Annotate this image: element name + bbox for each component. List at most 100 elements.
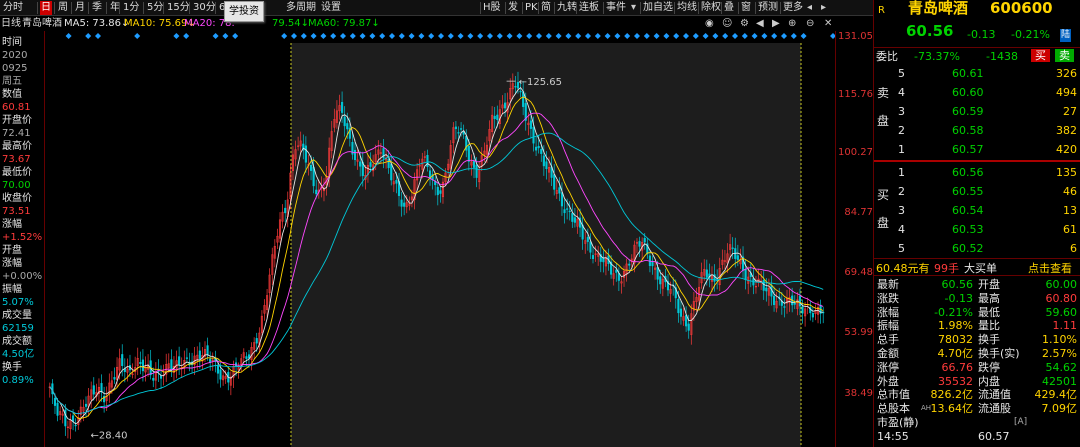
toolbar-right-item-6[interactable]: 事件: [605, 1, 627, 15]
event-marker-icon[interactable]: [683, 33, 689, 39]
toolbar-right-item-8[interactable]: 均线: [676, 1, 698, 15]
event-marker-icon[interactable]: [761, 33, 767, 39]
event-marker-icon[interactable]: [477, 33, 483, 39]
toolbar-right-item-13[interactable]: 更多: [782, 1, 804, 15]
event-marker-icon[interactable]: [663, 33, 669, 39]
event-marker-icon[interactable]: [66, 33, 72, 39]
event-marker-icon[interactable]: [281, 33, 287, 39]
event-marker-icon[interactable]: [85, 33, 91, 39]
event-marker-icon[interactable]: [232, 33, 238, 39]
event-marker-icon[interactable]: [340, 33, 346, 39]
period-tab-4[interactable]: 季: [91, 1, 103, 15]
event-marker-icon[interactable]: [320, 33, 326, 39]
bid-row[interactable]: 4 60.53 61: [874, 220, 1080, 239]
candlestick-chart[interactable]: ←125.65 ←28.40: [45, 43, 835, 447]
zoom-out-icon[interactable]: ⊖: [806, 17, 814, 31]
ask-row[interactable]: 3 60.59 27: [874, 102, 1080, 121]
event-marker-icon[interactable]: [350, 33, 356, 39]
event-marker-icon[interactable]: [448, 33, 454, 39]
event-marker-icon[interactable]: [330, 33, 336, 39]
event-marker-icon[interactable]: [654, 33, 660, 39]
event-marker-icon[interactable]: [565, 33, 571, 39]
event-marker-icon[interactable]: [673, 33, 679, 39]
event-marker-icon[interactable]: [634, 33, 640, 39]
ask-row[interactable]: 2 60.58 382: [874, 121, 1080, 140]
period-tab-8[interactable]: 15分: [166, 1, 191, 15]
event-marker-icon[interactable]: [644, 33, 650, 39]
event-marker-icon[interactable]: [771, 33, 777, 39]
event-marker-icon[interactable]: [301, 33, 307, 39]
toolbar-right-item-4[interactable]: 九转: [556, 1, 578, 15]
toolbar-right-item-11[interactable]: 窗: [740, 1, 752, 15]
event-marker-icon[interactable]: [183, 33, 189, 39]
event-marker-icon[interactable]: [722, 33, 728, 39]
dropdown-arrow-icon[interactable]: ▸: [820, 1, 827, 15]
period-tab-2[interactable]: 周: [57, 1, 69, 15]
buy-button[interactable]: 买: [1031, 49, 1050, 62]
event-marker-icon[interactable]: [712, 33, 718, 39]
toolbar-right-item-1[interactable]: 发: [507, 1, 519, 15]
event-marker-icon[interactable]: [369, 33, 375, 39]
ask-row[interactable]: 1 60.57 420: [874, 140, 1080, 159]
event-marker-icon[interactable]: [497, 33, 503, 39]
toolbar-right-item-12[interactable]: 预测: [757, 1, 779, 15]
event-marker-icon[interactable]: [428, 33, 434, 39]
period-tab-0[interactable]: 分时: [2, 1, 24, 15]
event-marker-icon[interactable]: [291, 33, 297, 39]
bid-row[interactable]: 1 60.56 135: [874, 163, 1080, 182]
event-marker-icon[interactable]: [585, 33, 591, 39]
event-marker-icon[interactable]: [516, 33, 522, 39]
event-marker-icon[interactable]: [752, 33, 758, 39]
event-marker-icon[interactable]: [213, 33, 219, 39]
event-marker-icon[interactable]: [360, 33, 366, 39]
multi-period-button[interactable]: 多周期: [285, 1, 317, 15]
event-marker-icon[interactable]: [418, 33, 424, 39]
event-marker-icon[interactable]: [575, 33, 581, 39]
eye-icon[interactable]: ◉: [705, 17, 714, 31]
event-marker-icon[interactable]: [399, 33, 405, 39]
event-marker-icon[interactable]: [546, 33, 552, 39]
right-arrow-icon[interactable]: ▶: [772, 17, 780, 31]
event-marker-icon[interactable]: [732, 33, 738, 39]
toolbar-right-item-0[interactable]: H股: [482, 1, 502, 15]
toolbar-right-item-5[interactable]: 连板: [578, 1, 600, 15]
bid-row[interactable]: 3 60.54 13: [874, 201, 1080, 220]
period-tab-7[interactable]: 5分: [146, 1, 164, 15]
bid-row[interactable]: 5 60.52 6: [874, 239, 1080, 258]
event-marker-icon[interactable]: [556, 33, 562, 39]
selection-region[interactable]: [291, 43, 801, 447]
event-marker-icon[interactable]: [526, 33, 532, 39]
event-marker-icon[interactable]: [173, 33, 179, 39]
event-marker-icon[interactable]: [507, 33, 513, 39]
close-icon[interactable]: ✕: [824, 17, 832, 31]
period-tab-6[interactable]: 1分: [122, 1, 140, 15]
event-marker-icon[interactable]: [703, 33, 709, 39]
event-marker-icon[interactable]: [467, 33, 473, 39]
zoom-in-icon[interactable]: ⊕: [788, 17, 796, 31]
period-tab-9[interactable]: 30分: [192, 1, 217, 15]
ask-row[interactable]: 5 60.61 326: [874, 64, 1080, 83]
sell-button[interactable]: 卖: [1055, 49, 1074, 62]
event-marker-icon[interactable]: [742, 33, 748, 39]
event-marker-icon[interactable]: [458, 33, 464, 39]
period-tab-3[interactable]: 月: [74, 1, 86, 15]
settings-button[interactable]: 设置: [320, 1, 342, 15]
ask-row[interactable]: 4 60.60 494: [874, 83, 1080, 102]
toolbar-right-item-9[interactable]: 除权: [700, 1, 722, 15]
bigorder-link[interactable]: 点击查看: [1028, 262, 1072, 275]
left-arrow-icon[interactable]: ◀: [756, 17, 764, 31]
event-marker-icon[interactable]: [222, 33, 228, 39]
toolbar-right-item-10[interactable]: 叠: [723, 1, 735, 15]
event-marker-icon[interactable]: [536, 33, 542, 39]
event-marker-icon[interactable]: [605, 33, 611, 39]
period-tab-1[interactable]: 日: [40, 1, 52, 15]
event-marker-icon[interactable]: [595, 33, 601, 39]
event-marker-icon[interactable]: [624, 33, 630, 39]
event-marker-icon[interactable]: [409, 33, 415, 39]
toolbar-right-item-7[interactable]: 加自选: [642, 1, 674, 15]
event-marker-icon[interactable]: [781, 33, 787, 39]
smiley-icon[interactable]: ☺: [722, 17, 732, 31]
more-arrow-icon[interactable]: ◂: [806, 1, 813, 15]
event-marker-icon[interactable]: [487, 33, 493, 39]
toolbar-right-item-3[interactable]: 简: [540, 1, 552, 15]
